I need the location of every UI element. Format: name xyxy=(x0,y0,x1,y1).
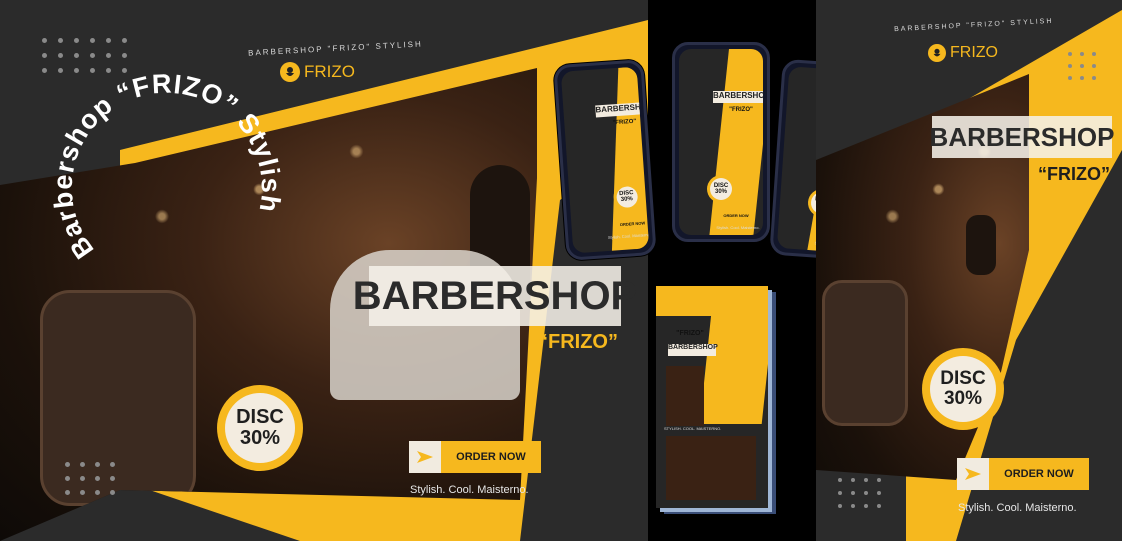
bearded-man-icon xyxy=(928,44,946,62)
brand-logo: FRIZO xyxy=(280,62,355,82)
promo-title: BARBERSHOP xyxy=(930,116,1114,158)
dots-decoration-bottom xyxy=(838,478,881,508)
curved-slogan-text: Barbershop “FRIZO” Stylish xyxy=(48,69,285,265)
discount-value: 30% xyxy=(943,388,983,409)
book-photo xyxy=(666,366,704,426)
book-photo-bottom xyxy=(666,436,756,500)
play-arrow-icon xyxy=(957,458,989,490)
order-now-button[interactable]: ORDER NOW xyxy=(409,441,541,473)
phone-disc: DISC30% xyxy=(707,175,735,203)
book-tag: STYLISH. COOL. MAISTERNO. xyxy=(664,426,722,431)
left-banner: Barbershop “FRIZO” Stylish BARBERSHOP "F… xyxy=(0,0,648,541)
play-arrow-icon xyxy=(409,441,441,473)
phone-tag: Stylish. Cool. Maisterno. xyxy=(716,225,760,230)
dots-decoration-bottom xyxy=(65,462,115,495)
book-mockup: "FRIZO" BARBERSHOP STYLISH. COOL. MAISTE… xyxy=(656,286,768,508)
phone-order: ORDER NOW xyxy=(721,211,751,220)
dots-decoration-top xyxy=(1068,52,1096,80)
barber-figure xyxy=(966,215,996,275)
right-banner: BARBERSHOP "FRIZO" STYLISH FRIZO BARBERS… xyxy=(816,0,1122,541)
phone-disc-value: 30% xyxy=(714,189,727,195)
tagline: Stylish. Cool. Maisterno. xyxy=(958,502,1077,514)
discount-badge: DISC 30% xyxy=(922,348,1004,430)
promo-title: BARBERSHOP xyxy=(353,266,637,326)
phone-title: BARBERSHOP xyxy=(713,91,763,103)
discount-label: DISC xyxy=(940,368,986,390)
logo-text: FRIZO xyxy=(950,44,998,61)
phone-quote: "FRIZO" xyxy=(729,107,753,113)
order-now-label: ORDER NOW xyxy=(441,441,541,473)
book-quote: "FRIZO" xyxy=(676,330,704,337)
promo-quote: “FRIZO” xyxy=(538,331,618,353)
book-title: BARBERSHOP xyxy=(668,344,718,356)
phone-mockup-center: BARBERSHOP "FRIZO" DISC30% ORDER NOW Sty… xyxy=(672,42,770,242)
phone-disc-value: 30% xyxy=(620,196,634,203)
discount-value: 30% xyxy=(239,427,281,449)
logo-text: FRIZO xyxy=(304,62,355,81)
brand-logo: FRIZO xyxy=(928,44,998,62)
tagline: Stylish. Cool. Maisterno. xyxy=(410,484,529,496)
discount-badge: DISC 30% xyxy=(217,385,303,471)
order-now-button[interactable]: ORDER NOW xyxy=(957,458,1089,490)
discount-label: DISC xyxy=(236,406,284,428)
curved-slogan: Barbershop “FRIZO” Stylish xyxy=(48,69,286,265)
barber-chair xyxy=(40,290,196,506)
barber-chair xyxy=(822,280,908,426)
svg-text:Barbershop “FRIZO” Stylish: Barbershop “FRIZO” Stylish xyxy=(48,69,286,265)
order-now-label: ORDER NOW xyxy=(989,458,1089,490)
bearded-man-icon xyxy=(280,62,300,82)
phone-mockup-left: BARBERSHOP "FRIZO" DISC 30% ORDER NOW Sty… xyxy=(553,59,657,261)
promo-quote: “FRIZO” xyxy=(1038,164,1110,184)
